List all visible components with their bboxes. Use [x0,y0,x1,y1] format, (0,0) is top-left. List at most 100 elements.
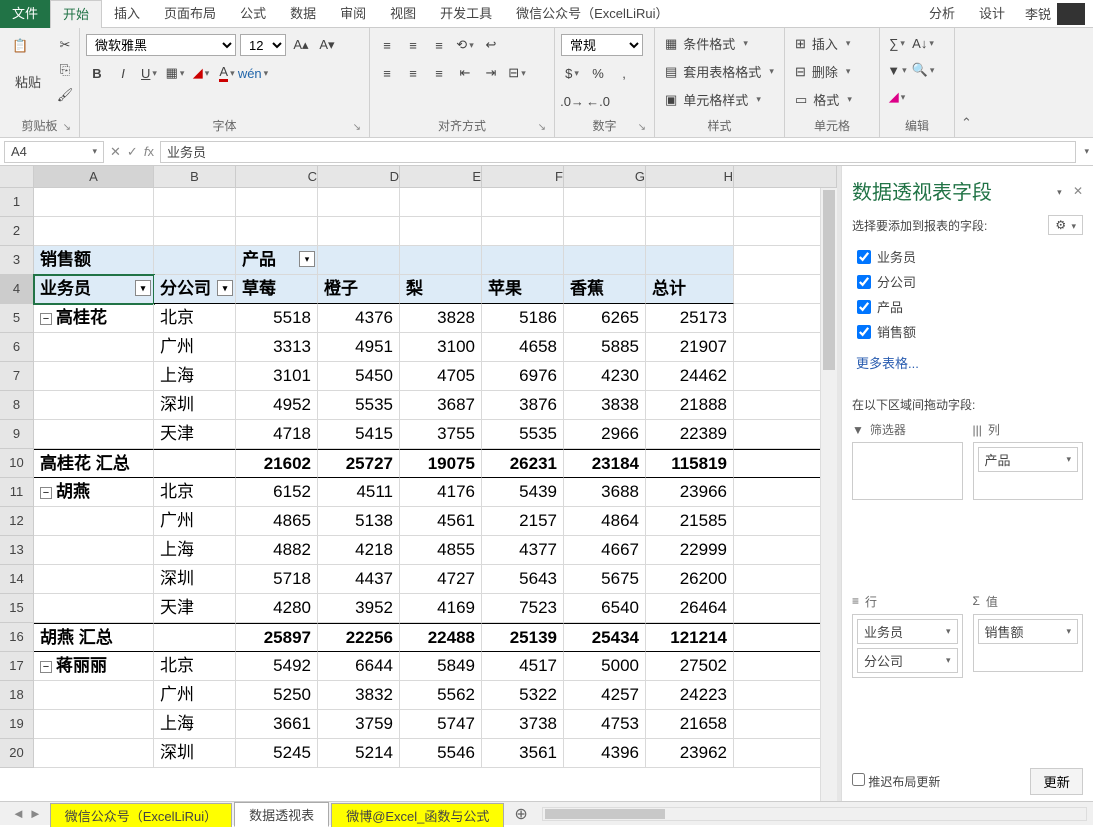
cell[interactable] [318,188,400,217]
cell[interactable]: 5562 [400,681,482,710]
cell[interactable]: 3661 [236,710,318,739]
cell[interactable]: 21602 [236,449,318,478]
cell[interactable]: 3313 [236,333,318,362]
cell[interactable]: 4753 [564,710,646,739]
new-sheet-button[interactable]: ⊕ [514,804,527,824]
row-header[interactable]: 20 [0,739,34,768]
cell[interactable]: 广州 [154,507,236,536]
cell[interactable]: 7523 [482,594,564,623]
cell[interactable]: 3832 [318,681,400,710]
col-header-b[interactable]: B [154,166,236,188]
cell[interactable]: 5250 [236,681,318,710]
formula-input[interactable]: 业务员 [160,141,1077,163]
area-field-item[interactable]: 销售额▾ [978,619,1079,644]
cell[interactable] [34,565,154,594]
align-left-button[interactable]: ≡ [376,62,398,84]
align-middle-button[interactable]: ≡ [402,34,424,56]
format-cells-button[interactable]: ▭格式▾ [791,88,856,111]
cell[interactable]: 6976 [482,362,564,391]
cell[interactable]: 3838 [564,391,646,420]
cell[interactable] [34,217,154,246]
comma-button[interactable]: , [613,62,635,84]
cell[interactable]: 23184 [564,449,646,478]
cell[interactable]: 4437 [318,565,400,594]
find-select-button[interactable]: 🔍▾ [912,59,934,81]
cell[interactable]: 5450 [318,362,400,391]
prev-sheet-button[interactable]: ◄ [12,806,25,821]
cell[interactable]: 5492 [236,652,318,681]
number-launcher[interactable]: ↘ [638,122,646,133]
row-header[interactable]: 10 [0,449,34,478]
cell[interactable] [34,710,154,739]
field-checkbox[interactable]: 销售额 [853,319,1082,344]
cell[interactable]: −蒋丽丽 [34,652,154,681]
cell[interactable]: 4718 [236,420,318,449]
field-checkbox[interactable]: 产品 [853,294,1082,319]
underline-button[interactable]: U▾ [138,62,160,84]
cell[interactable]: 24462 [646,362,734,391]
cell[interactable] [154,246,236,275]
increase-indent-button[interactable]: ⇥ [480,62,502,84]
cell[interactable]: 27502 [646,652,734,681]
cell[interactable] [400,246,482,275]
area-field-item[interactable]: 产品▾ [978,447,1079,472]
cell[interactable]: 4377 [482,536,564,565]
tab-view[interactable]: 视图 [378,0,428,28]
clipboard-launcher[interactable]: ↘ [63,122,71,133]
cell[interactable] [482,188,564,217]
sheet-tab-wechat[interactable]: 微信公众号（ExcelLiRui） [50,803,232,827]
cell[interactable] [34,362,154,391]
filter-drop-area[interactable] [852,442,963,500]
format-painter-button[interactable]: 🖌 [54,84,76,106]
cell[interactable]: 4865 [236,507,318,536]
fill-button[interactable]: ▼▾ [886,59,908,81]
conditional-formatting-button[interactable]: ▦条件格式▾ [661,32,752,55]
cell[interactable]: 5439 [482,478,564,507]
row-header[interactable]: 4 [0,275,34,304]
vertical-scrollbar[interactable] [820,188,837,801]
cell[interactable] [154,623,236,652]
cell[interactable]: 4176 [400,478,482,507]
increase-font-button[interactable]: A▴ [290,34,312,56]
cell[interactable] [564,188,646,217]
cell[interactable]: 6540 [564,594,646,623]
align-center-button[interactable]: ≡ [402,62,424,84]
cell[interactable]: 25434 [564,623,646,652]
merge-button[interactable]: ⊟▾ [506,62,528,84]
cell[interactable]: 5535 [318,391,400,420]
cell[interactable]: 26464 [646,594,734,623]
cell[interactable] [482,246,564,275]
cell[interactable]: 3100 [400,333,482,362]
col-header-e[interactable]: E [400,166,482,188]
cell[interactable]: −胡燕 [34,478,154,507]
filter-button[interactable]: ▾ [135,280,151,296]
tab-design[interactable]: 设计 [967,0,1017,28]
cell[interactable]: 25173 [646,304,734,333]
cell[interactable]: 4561 [400,507,482,536]
border-button[interactable]: ▦▾ [164,62,186,84]
col-header-g[interactable]: G [564,166,646,188]
decrease-indent-button[interactable]: ⇤ [454,62,476,84]
cell[interactable]: 4952 [236,391,318,420]
bold-button[interactable]: B [86,62,108,84]
cell[interactable]: 4280 [236,594,318,623]
cell[interactable]: 6152 [236,478,318,507]
cell[interactable]: 6644 [318,652,400,681]
decrease-font-button[interactable]: A▾ [316,34,338,56]
more-tables-link[interactable]: 更多表格... [852,345,1083,380]
row-header[interactable]: 14 [0,565,34,594]
defer-layout-checkbox[interactable]: 推迟布局更新 [852,773,940,790]
align-top-button[interactable]: ≡ [376,34,398,56]
cell[interactable]: 4218 [318,536,400,565]
cell[interactable]: 3687 [400,391,482,420]
fill-color-button[interactable]: ◢▾ [190,62,212,84]
expand-formula-bar-button[interactable]: ▾ [1084,146,1089,157]
cell[interactable]: 5643 [482,565,564,594]
field-list-options-button[interactable]: ⚙ ▾ [1048,215,1083,235]
paste-button[interactable]: 📋 粘贴 [6,34,50,95]
cell[interactable]: 22999 [646,536,734,565]
cell[interactable]: 4658 [482,333,564,362]
cell[interactable]: 草莓 [236,275,318,304]
name-box[interactable]: A4▾ [4,141,104,163]
cell[interactable]: 2966 [564,420,646,449]
